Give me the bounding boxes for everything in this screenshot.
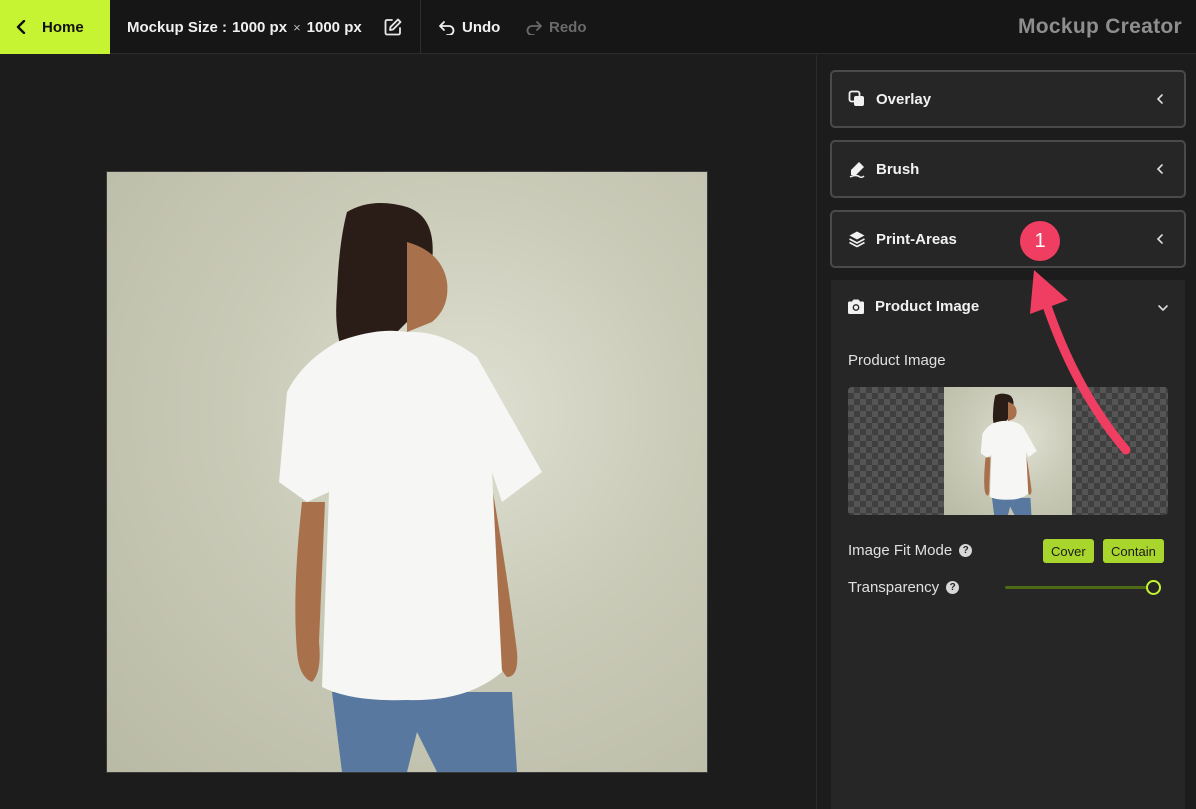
brush-icon [849,162,865,178]
undo-icon [439,21,455,35]
mockup-canvas[interactable] [107,172,707,772]
fit-contain-button[interactable]: Contain [1103,539,1164,563]
app-title: Mockup Creator [1017,15,1182,38]
print-areas-section[interactable]: Print-Areas [830,210,1186,268]
help-icon[interactable]: ? [959,544,973,557]
properties-sidebar: Overlay Brush Print-Areas Product Image … [816,55,1196,809]
model-photo [279,203,542,772]
brush-section[interactable]: Brush [830,140,1186,198]
product-image-title: Product Image [875,298,980,315]
chevron-down-icon[interactable] [1157,302,1169,314]
slider-track [1005,586,1155,589]
home-label: Home [42,18,84,36]
brush-label: Brush [876,160,920,178]
redo-icon [526,21,542,35]
step-badge: 1 [1020,221,1060,261]
chevron-left-icon [1156,234,1163,244]
redo-button[interactable]: Redo [525,0,587,54]
top-bar: Home Mockup Size : 1000 px × 1000 px Und… [0,0,1196,54]
mockup-height: 1000 px [306,18,362,36]
undo-label: Undo [462,18,501,36]
help-icon[interactable]: ? [946,581,960,594]
overlay-icon [848,90,864,106]
overlay-label: Overlay [876,90,932,108]
times-sign: × [293,19,301,35]
print-areas-label: Print-Areas [876,230,957,248]
transparency-slider[interactable] [1005,580,1161,596]
canvas-area [0,55,816,809]
product-image-header[interactable]: Product Image [847,298,979,315]
mockup-size: Mockup Size : 1000 px × 1000 px [127,0,362,54]
toolbar-divider [420,0,421,54]
layers-icon [849,231,865,248]
fit-cover-button[interactable]: Cover [1043,539,1094,563]
undo-button[interactable]: Undo [438,0,500,54]
redo-label: Redo [549,18,587,36]
edit-icon[interactable] [383,17,403,37]
chevron-left-icon [1156,94,1163,104]
slider-thumb[interactable] [1146,580,1161,595]
product-image-panel: Product Image Product Image Image Fit Mo… [831,280,1185,809]
chevron-left-icon [1156,164,1163,174]
product-thumbnail [944,387,1072,515]
product-image-field-label: Product Image [848,352,946,369]
transparency-label: Transparency ? [848,579,960,596]
camera-icon [848,299,864,314]
image-fit-mode-text: Image Fit Mode [848,542,953,559]
overlay-section[interactable]: Overlay [830,70,1186,128]
chevron-left-icon [16,20,26,34]
mockup-size-label: Mockup Size : [127,18,228,36]
transparency-text: Transparency [848,579,940,596]
mockup-width: 1000 px [232,18,288,36]
product-image-preview[interactable] [848,387,1168,515]
home-button[interactable]: Home [0,0,110,54]
image-fit-mode-label: Image Fit Mode ? [848,542,973,559]
